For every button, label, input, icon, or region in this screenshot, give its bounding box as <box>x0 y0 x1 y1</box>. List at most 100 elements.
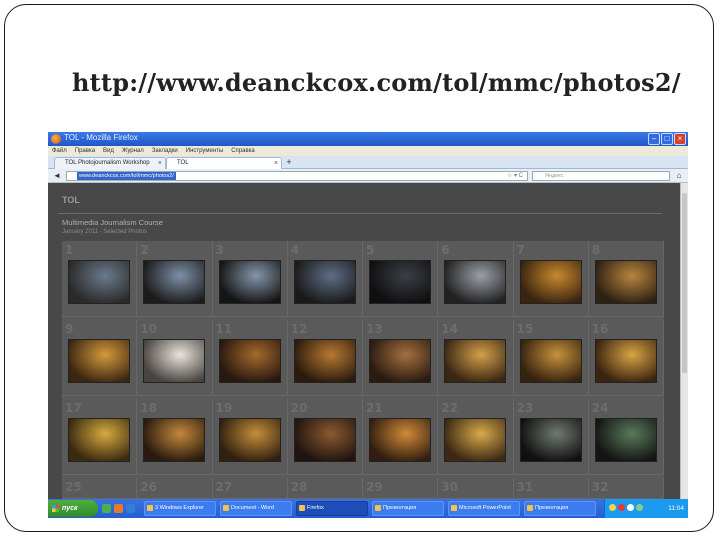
photo-thumbnail[interactable] <box>218 418 281 462</box>
photo-cell[interactable]: 10 <box>137 320 213 396</box>
photo-thumbnail[interactable] <box>293 260 356 304</box>
tray-icon[interactable] <box>627 504 634 511</box>
tray-icon[interactable] <box>636 504 643 511</box>
photo-thumbnail[interactable] <box>519 339 582 383</box>
photo-cell[interactable]: 29 <box>363 478 439 499</box>
photo-thumbnail[interactable] <box>369 418 431 462</box>
photo-cell[interactable]: 13 <box>363 320 439 396</box>
menu-view[interactable]: Вид <box>103 146 114 156</box>
photo-thumbnail[interactable] <box>594 260 657 304</box>
address-bar[interactable]: www.deanckcox.com/tol/mmc/photos2/ ☆ ▾ C <box>66 171 528 181</box>
taskbar-item[interactable]: Презентация <box>524 501 596 516</box>
photo-thumbnail[interactable] <box>218 339 281 383</box>
back-arrow-icon[interactable]: ◄ <box>52 171 62 181</box>
window-controls: – □ × <box>648 133 686 145</box>
photo-thumbnail[interactable] <box>444 260 507 304</box>
photo-cell[interactable]: 28 <box>287 478 363 499</box>
taskbar-item[interactable]: Презентация <box>372 501 444 516</box>
photo-cell[interactable]: 7 <box>513 241 589 317</box>
tray-icon[interactable] <box>618 504 625 511</box>
photo-thumbnail[interactable] <box>293 418 356 462</box>
photo-number: 8 <box>591 243 601 257</box>
photo-cell[interactable]: 14 <box>438 320 514 396</box>
photo-thumbnail[interactable] <box>143 339 206 383</box>
firefox-icon <box>51 134 61 144</box>
tray-icon[interactable] <box>609 504 616 511</box>
taskbar-item[interactable]: 3 Windows Explorer <box>144 501 216 516</box>
photo-cell[interactable]: 1 <box>62 241 138 317</box>
photo-cell[interactable]: 9 <box>62 320 138 396</box>
photo-thumbnail[interactable] <box>519 418 582 462</box>
photo-cell[interactable]: 3 <box>212 241 288 317</box>
close-button[interactable]: × <box>674 133 686 145</box>
menu-help[interactable]: Справка <box>231 146 255 156</box>
photo-cell[interactable]: 15 <box>513 320 589 396</box>
photo-thumbnail[interactable] <box>594 339 657 383</box>
close-tab-icon[interactable]: × <box>274 158 278 169</box>
menu-history[interactable]: Журнал <box>122 146 144 156</box>
photo-cell[interactable]: 2 <box>137 241 213 317</box>
quick-launch-icon[interactable] <box>114 504 123 513</box>
taskbar-item[interactable]: Microsoft PowerPoint <box>448 501 520 516</box>
photo-cell[interactable]: 26 <box>137 478 213 499</box>
quick-launch-icon[interactable] <box>126 504 135 513</box>
photo-thumbnail[interactable] <box>293 339 356 383</box>
menu-edit[interactable]: Правка <box>75 146 95 156</box>
photo-cell[interactable]: 21 <box>363 399 439 475</box>
scrollbar-thumb[interactable] <box>682 193 687 373</box>
url-text[interactable]: www.deanckcox.com/tol/mmc/photos2/ <box>77 172 176 180</box>
tab-workshop[interactable]: TOL Photojournalism Workshop × <box>54 157 166 169</box>
photo-cell[interactable]: 5 <box>363 241 439 317</box>
photo-number: 17 <box>65 401 82 415</box>
bookmark-star-icon[interactable]: ☆ ▾ C <box>507 172 523 180</box>
photo-cell[interactable]: 18 <box>137 399 213 475</box>
photo-cell[interactable]: 19 <box>212 399 288 475</box>
photo-thumbnail[interactable] <box>369 339 431 383</box>
photo-thumbnail[interactable] <box>218 260 281 304</box>
photo-cell[interactable]: 32 <box>588 478 664 499</box>
photo-thumbnail[interactable] <box>68 418 130 462</box>
menu-tools[interactable]: Инструменты <box>186 146 223 156</box>
photo-thumbnail[interactable] <box>68 260 130 304</box>
photo-cell[interactable]: 16 <box>588 320 664 396</box>
photo-cell[interactable]: 11 <box>212 320 288 396</box>
photo-thumbnail[interactable] <box>143 260 206 304</box>
photo-thumbnail[interactable] <box>519 260 582 304</box>
photo-thumbnail[interactable] <box>594 418 657 462</box>
taskbar-item[interactable]: Firefox <box>296 501 368 516</box>
search-input[interactable]: Яндекс <box>532 171 670 181</box>
tab-tol[interactable]: TOL × <box>166 157 282 169</box>
taskbar-item[interactable]: Document - Word <box>220 501 292 516</box>
photo-thumbnail[interactable] <box>369 260 431 304</box>
photo-cell[interactable]: 20 <box>287 399 363 475</box>
photo-cell[interactable]: 8 <box>588 241 664 317</box>
photo-cell[interactable]: 24 <box>588 399 664 475</box>
minimize-button[interactable]: – <box>648 133 660 145</box>
start-button[interactable]: пуск <box>48 500 98 517</box>
home-icon[interactable]: ⌂ <box>674 171 684 181</box>
new-tab-button[interactable]: + <box>284 158 294 168</box>
photo-number: 21 <box>366 401 383 415</box>
photo-thumbnail[interactable] <box>143 418 206 462</box>
menu-bookmarks[interactable]: Закладки <box>152 146 178 156</box>
photo-cell[interactable]: 27 <box>212 478 288 499</box>
photo-cell[interactable]: 17 <box>62 399 138 475</box>
close-tab-icon[interactable]: × <box>158 158 162 169</box>
photo-cell[interactable]: 4 <box>287 241 363 317</box>
photo-thumbnail[interactable] <box>444 339 507 383</box>
quick-launch-icon[interactable] <box>102 504 111 513</box>
photo-cell[interactable]: 25 <box>62 478 138 499</box>
menu-file[interactable]: Файл <box>52 146 67 156</box>
photo-cell[interactable]: 6 <box>438 241 514 317</box>
site-logo[interactable]: TOL <box>62 195 80 205</box>
maximize-button[interactable]: □ <box>661 133 673 145</box>
photo-cell[interactable]: 12 <box>287 320 363 396</box>
photo-cell[interactable]: 22 <box>438 399 514 475</box>
page-scrollbar[interactable] <box>680 183 688 499</box>
photo-thumbnail[interactable] <box>444 418 507 462</box>
photo-cell[interactable]: 31 <box>513 478 589 499</box>
photo-thumbnail[interactable] <box>68 339 130 383</box>
window-titlebar[interactable]: TOL - Mozilla Firefox – □ × <box>48 132 688 146</box>
photo-cell[interactable]: 30 <box>438 478 514 499</box>
photo-cell[interactable]: 23 <box>513 399 589 475</box>
